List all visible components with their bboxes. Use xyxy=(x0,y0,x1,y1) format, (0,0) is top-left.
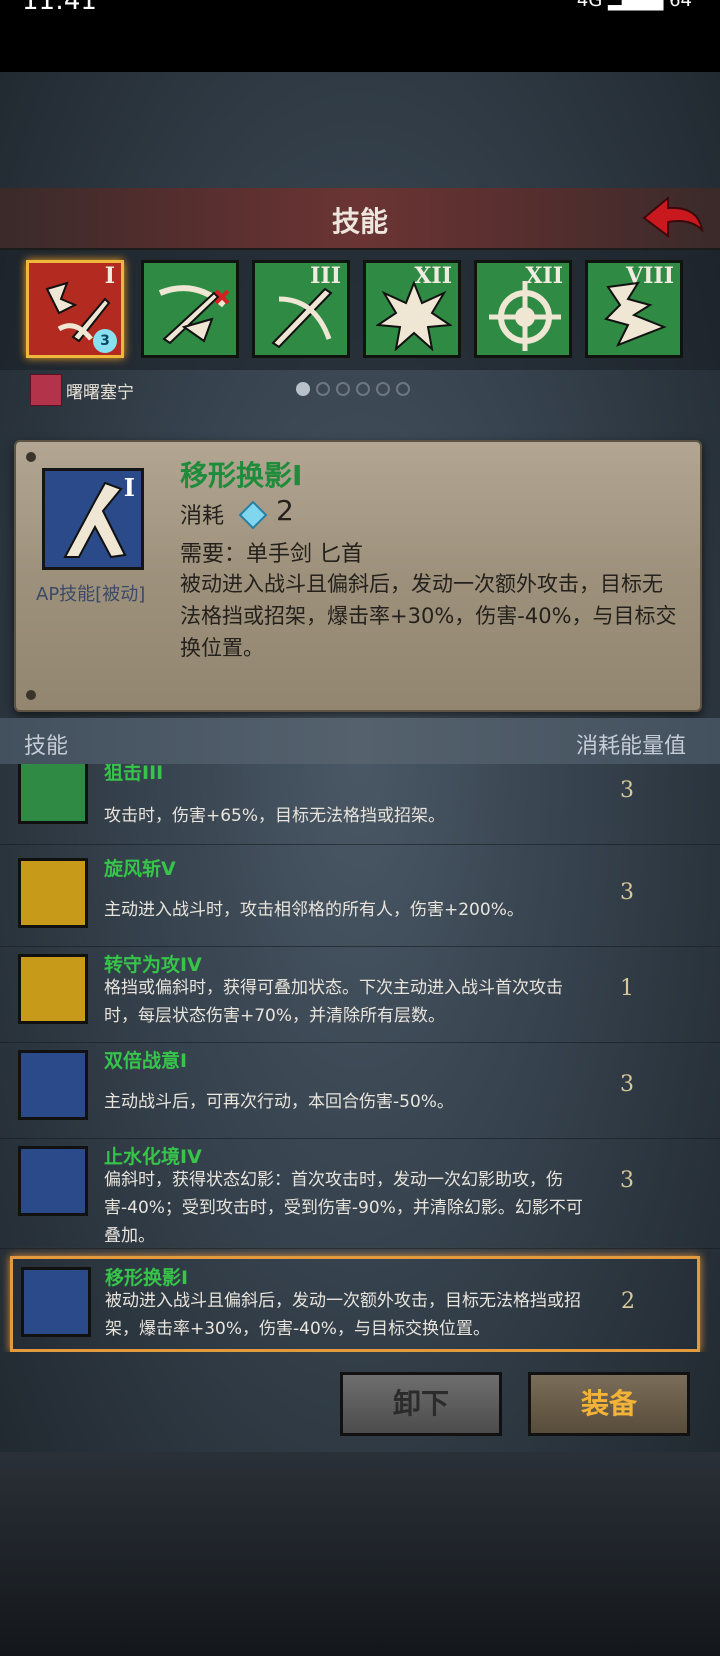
skill-description: 攻击时，伤害+65%，目标无法格挡或招架。 xyxy=(104,806,446,826)
bottom-band xyxy=(0,1452,720,1656)
bolt-decoration xyxy=(26,452,36,462)
skill-name: 转守为攻IV xyxy=(104,954,202,976)
list-item[interactable]: 转守为攻IV 格挡或偏斜时，获得可叠加状态。下次主动进入战斗首次攻击时，每层状态… xyxy=(0,946,720,1043)
status-time: 11:41 xyxy=(22,0,97,16)
back-arrow-icon xyxy=(642,195,704,238)
crosshair-icon xyxy=(489,281,561,351)
skill-icon xyxy=(18,1146,88,1216)
avatar xyxy=(30,374,62,406)
detail-numeral: I xyxy=(123,473,135,502)
skill-cost: 1 xyxy=(620,976,634,1001)
list-item[interactable]: 双倍战意I 主动战斗后，可再次行动，本回合伤害-50%。 3 xyxy=(0,1042,720,1139)
page-dot[interactable] xyxy=(296,382,310,396)
skill-icon xyxy=(18,954,88,1024)
skill-slot-2[interactable] xyxy=(141,260,239,358)
status-bar: 11:41 4G ▂▄▆█ 64 xyxy=(0,0,720,72)
list-item[interactable]: 狙击III 攻击时，伤害+65%，目标无法格挡或招架。 3 xyxy=(0,764,720,845)
claw-icon xyxy=(604,281,667,347)
skill-icon xyxy=(18,1050,88,1120)
skill-description: 主动进入战斗时，攻击相邻格的所有人，伤害+200%。 xyxy=(104,900,524,920)
list-item-selected[interactable]: 移形换影I 被动进入战斗且偏斜后，发动一次额外攻击，目标无法格挡或招架，爆击率+… xyxy=(10,1256,700,1352)
back-button[interactable] xyxy=(638,192,706,244)
skill-name: 止水化境IV xyxy=(104,1146,202,1168)
energy-gem-icon xyxy=(238,500,268,530)
page-dot[interactable] xyxy=(396,382,410,396)
skill-description: 主动战斗后，可再次行动，本回合伤害-50%。 xyxy=(104,1092,454,1112)
status-indicators: 4G ▂▄▆█ 64 xyxy=(576,0,692,11)
skill-list[interactable]: 狙击III 攻击时，伤害+65%，目标无法格挡或招架。 3 旋风斩V 主动进入战… xyxy=(0,764,720,1352)
detail-cost-label: 消耗 xyxy=(180,504,225,529)
skill-cost: 3 xyxy=(620,880,634,905)
skill-icon xyxy=(18,764,88,824)
skill-icon xyxy=(18,858,88,928)
skill-name: 双倍战意I xyxy=(104,1050,188,1072)
crossed-weapons-icon xyxy=(158,285,230,345)
page-dot[interactable] xyxy=(336,382,350,396)
burst-icon xyxy=(376,280,452,351)
skill-cost: 3 xyxy=(620,778,634,803)
skill-slot-4[interactable]: XII xyxy=(363,260,461,358)
skills-screen: 技能 I 3 III XII XII VIII 曙曙塞宁 I AP技能[被动] … xyxy=(0,72,720,1656)
skill-slot-1[interactable]: I 3 xyxy=(26,260,124,358)
page-title: 技能 xyxy=(331,205,388,238)
list-header-skill: 技能 xyxy=(24,734,69,759)
page-dot[interactable] xyxy=(376,382,390,396)
detail-skill-icon: I xyxy=(42,468,144,570)
skill-icon xyxy=(21,1267,91,1337)
equipped-skills-row: I 3 III XII XII VIII xyxy=(0,250,720,370)
skill-description: 被动进入战斗且偏斜后，发动一次额外攻击，目标无法格挡或招架，爆击率+30%，伤害… xyxy=(105,1291,581,1339)
skill-slot-5[interactable]: XII xyxy=(474,260,572,358)
skill-name: 狙击III xyxy=(104,764,164,784)
detail-requirement: 需要：单手剑 匕首 xyxy=(180,542,363,567)
skill-cost: 3 xyxy=(620,1072,634,1097)
detail-skill-name: 移形换影I xyxy=(180,459,303,492)
unload-button[interactable]: 卸下 xyxy=(340,1372,502,1436)
list-item[interactable]: 旋风斩V 主动进入战斗时，攻击相邻格的所有人，伤害+200%。 3 xyxy=(0,850,720,947)
skill-list-header: 技能 消耗能量值 xyxy=(0,718,720,764)
bolt-decoration xyxy=(26,690,36,700)
sword-bow-icon xyxy=(271,287,333,349)
skill-description: 偏斜时，获得状态幻影：首次攻击时，发动一次幻影助攻，伤害-40%；受到攻击时，受… xyxy=(104,1170,583,1246)
gem-badge: 3 xyxy=(93,329,117,353)
skill-detail-panel: I AP技能[被动] 移形换影I 消耗 2 需要：单手剑 匕首 被动进入战斗且偏… xyxy=(14,440,702,712)
equip-button[interactable]: 装备 xyxy=(528,1372,690,1436)
skill-slot-3[interactable]: III xyxy=(252,260,350,358)
skill-name: 移形换影I xyxy=(105,1267,189,1289)
skill-name: 旋风斩V xyxy=(104,858,176,880)
list-item[interactable]: 止水化境IV 偏斜时，获得状态幻影：首次攻击时，发动一次幻影助攻，伤害-40%；… xyxy=(0,1138,720,1249)
owner-name: 曙曙塞宁 xyxy=(66,383,134,403)
detail-description: 被动进入战斗且偏斜后，发动一次额外攻击，目标无法格挡或招架，爆击率+30%，伤害… xyxy=(180,572,677,660)
list-header-cost: 消耗能量值 xyxy=(575,734,686,759)
skill-cost: 2 xyxy=(621,1289,635,1314)
detail-skill-type: AP技能[被动] xyxy=(36,584,146,605)
skill-cost: 3 xyxy=(620,1168,634,1193)
skill-description: 格挡或偏斜时，获得可叠加状态。下次主动进入战斗首次攻击时，每层状态伤害+70%，… xyxy=(104,978,563,1026)
page-dot[interactable] xyxy=(356,382,370,396)
skill-slot-6[interactable]: VIII xyxy=(585,260,683,358)
detail-cost-value: 2 xyxy=(276,494,294,527)
page-dot[interactable] xyxy=(316,382,330,396)
title-bar: 技能 xyxy=(0,188,720,250)
